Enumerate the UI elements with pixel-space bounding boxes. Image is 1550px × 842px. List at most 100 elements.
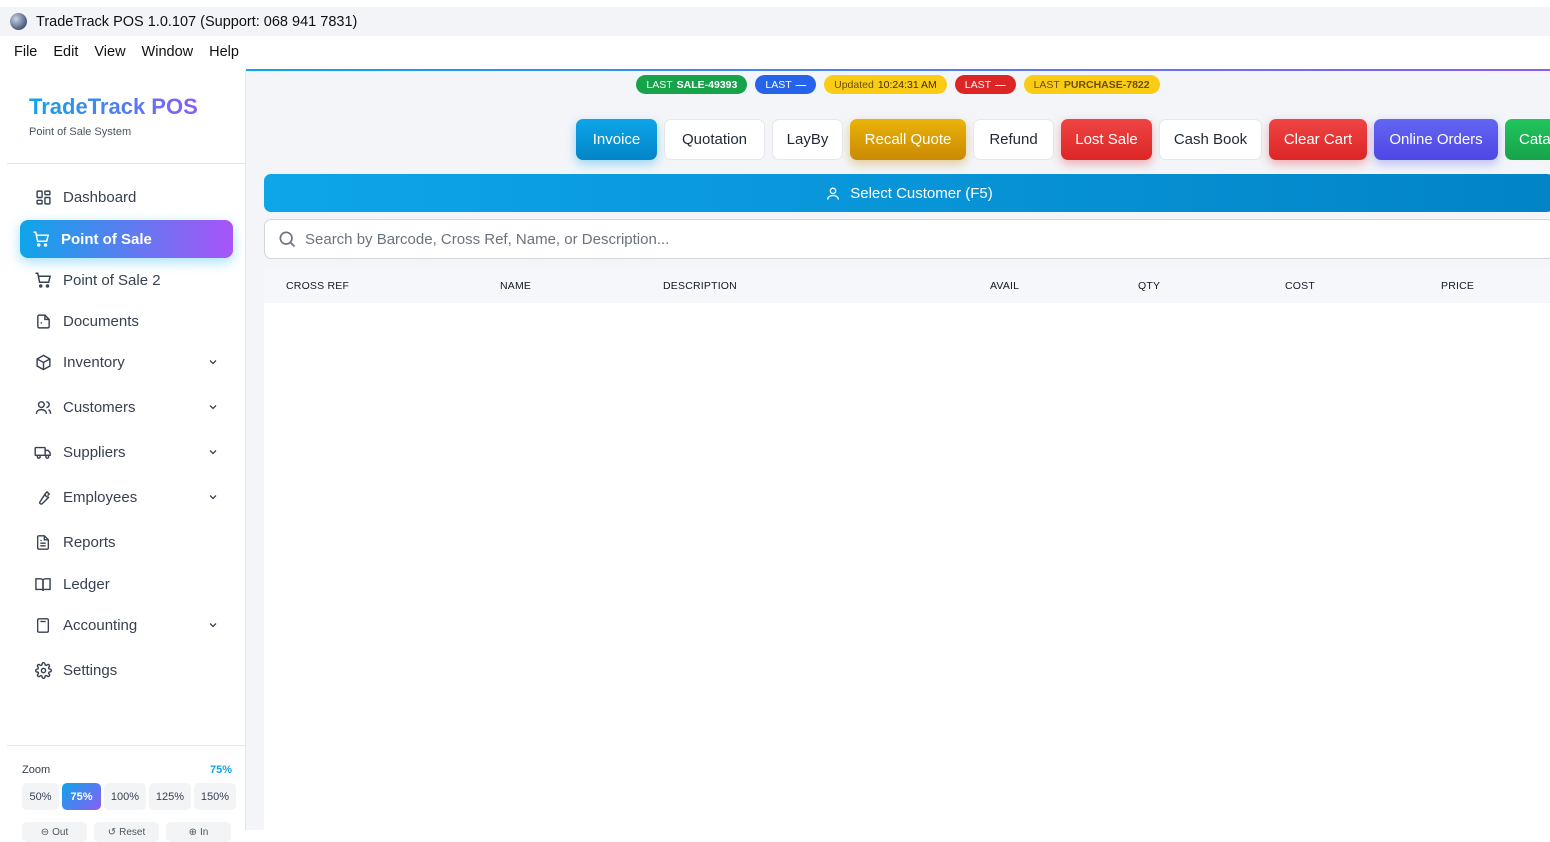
sidebar-item-suppliers[interactable]: Suppliers (20, 433, 233, 471)
zoom-option-75[interactable]: 75% (62, 783, 101, 810)
user-icon (825, 185, 841, 202)
menu-file[interactable]: File (14, 44, 37, 60)
sidebar-item-label: Customers (63, 398, 136, 416)
zoom-option-150[interactable]: 150% (194, 783, 236, 810)
status-badge-prefix: LAST (646, 78, 673, 91)
chevron-down-icon (207, 355, 219, 373)
window-title: TradeTrack POS 1.0.107 (Support: 068 941… (36, 13, 358, 30)
invoice-button[interactable]: Invoice (576, 119, 657, 160)
column-header-cross-ref: CROSS REF (286, 280, 350, 292)
select-customer-label: Select Customer (F5) (850, 184, 993, 202)
status-badge-prefix: LAST (1033, 78, 1060, 91)
sidebar: TradeTrack POS Point of Sale System Dash… (7, 70, 246, 842)
sidebar-item-ledger[interactable]: Ledger (20, 565, 233, 603)
zoom-panel: Zoom 75% 50% 75% 100% 125% 150% ⊖ Out ↺ Re… (7, 745, 246, 842)
refund-button[interactable]: Refund (973, 119, 1054, 160)
zoom-out-icon: ⊖ (40, 826, 50, 838)
menu-help[interactable]: Help (209, 44, 239, 60)
sidebar-item-reports[interactable]: Reports (20, 523, 233, 561)
truck-icon (34, 443, 52, 461)
layby-button[interactable]: LayBy (772, 119, 843, 160)
recall-quote-button[interactable]: Recall Quote (850, 119, 966, 160)
chevron-down-icon (207, 400, 219, 418)
sidebar-item-dashboard[interactable]: Dashboard (20, 178, 233, 216)
chevron-down-icon (207, 445, 219, 463)
book-icon (34, 575, 52, 593)
sidebar-item-label: Settings (63, 661, 118, 679)
status-badge-value: 10:24:31 AM (877, 78, 937, 91)
sidebar-item-accounting[interactable]: Accounting (20, 606, 233, 644)
users-icon (34, 398, 52, 416)
status-badge-prefix: LAST (964, 78, 992, 91)
sidebar-item-label: Accounting (63, 616, 138, 634)
column-header-qty: QTY (1138, 280, 1161, 292)
documents-icon (34, 312, 52, 330)
online-orders-button[interactable]: Online Orders (1374, 119, 1498, 160)
menu-edit[interactable]: Edit (53, 44, 78, 60)
chevron-down-icon (207, 490, 219, 508)
sidebar-item-label: Ledger (63, 575, 110, 593)
calculator-icon (34, 616, 52, 634)
sidebar-item-label: Documents (63, 312, 139, 330)
sidebar-item-point-of-sale[interactable]: Point of Sale (20, 220, 233, 258)
zoom-out-button[interactable]: ⊖ Out (22, 822, 87, 842)
sidebar-item-label: Reports (63, 533, 116, 551)
sidebar-item-documents[interactable]: Documents (20, 302, 233, 340)
status-badge-last-sale: LAST SALE-49393 (636, 75, 748, 94)
zoom-in-button[interactable]: ⊕ In (166, 822, 231, 842)
column-header-name: NAME (500, 280, 532, 292)
app-logo-icon (10, 13, 27, 30)
gear-icon (34, 661, 52, 679)
menu-bar: File Edit View Window Help (0, 36, 1550, 68)
search-input[interactable] (305, 230, 1305, 248)
action-toolbar: Invoice Quotation LayBy Recall Quote Ref… (576, 119, 1550, 160)
status-badge-value: — (795, 78, 807, 91)
zoom-reset-label: Reset (119, 826, 146, 838)
divider (7, 163, 246, 164)
status-pills: LAST SALE-49393 LAST — Updated 10:24:31 AM … (246, 75, 1550, 94)
sidebar-item-point-of-sale-2[interactable]: Point of Sale 2 (20, 261, 233, 299)
menu-window[interactable]: Window (142, 44, 194, 60)
zoom-option-50[interactable]: 50% (22, 783, 59, 810)
status-badge-value: PURCHASE-7822 (1063, 78, 1150, 91)
cart-table: CROSS REF NAME DESCRIPTION AVAIL QTY COS… (264, 269, 1550, 830)
box-icon (34, 353, 52, 371)
title-bar: TradeTrack POS 1.0.107 (Support: 068 941… (0, 7, 1550, 36)
status-badge-value: SALE-49393 (676, 78, 738, 91)
brand-title: TradeTrack POS (29, 94, 198, 119)
cart-icon (34, 271, 52, 289)
sidebar-item-label: Dashboard (63, 188, 137, 206)
sidebar-item-customers[interactable]: Customers (20, 388, 233, 426)
status-badge-last-blue: LAST — (755, 75, 817, 94)
lost-sale-button[interactable]: Lost Sale (1061, 119, 1152, 160)
catalog-button[interactable]: Cata (1505, 119, 1550, 160)
sidebar-item-label: Point of Sale 2 (63, 271, 161, 289)
status-badge-last-purchase: LAST PURCHASE-7822 (1023, 75, 1160, 94)
report-icon (34, 533, 52, 551)
zoom-in-label: In (200, 826, 209, 838)
clear-cart-button[interactable]: Clear Cart (1269, 119, 1367, 160)
menu-view[interactable]: View (94, 44, 125, 60)
zoom-out-label: Out (52, 826, 69, 838)
zoom-reset-button[interactable]: ↺ Reset (94, 822, 159, 842)
product-search (264, 219, 1550, 259)
sidebar-item-settings[interactable]: Settings (20, 651, 233, 689)
cash-book-button[interactable]: Cash Book (1159, 119, 1262, 160)
status-badge-prefix: Updated (834, 78, 874, 91)
sidebar-item-employees[interactable]: Employees (20, 478, 233, 516)
sidebar-item-inventory[interactable]: Inventory (20, 343, 233, 381)
select-customer-button[interactable]: Select Customer (F5) (264, 174, 1550, 212)
column-header-price: PRICE (1441, 280, 1475, 292)
status-badge-value: — (995, 78, 1006, 91)
main-content: LAST SALE-49393 LAST — Updated 10:24:31 AM … (246, 69, 1550, 830)
quotation-button[interactable]: Quotation (664, 119, 765, 160)
status-badge-prefix: LAST (765, 78, 792, 91)
sidebar-item-label: Point of Sale (61, 230, 152, 248)
status-badge-last-red: LAST — (954, 75, 1016, 94)
zoom-option-125[interactable]: 125% (149, 783, 191, 810)
dashboard-icon (34, 188, 52, 206)
wrench-icon (34, 488, 52, 506)
sidebar-item-label: Inventory (63, 353, 125, 371)
zoom-option-100[interactable]: 100% (104, 783, 146, 810)
search-icon (277, 229, 297, 249)
